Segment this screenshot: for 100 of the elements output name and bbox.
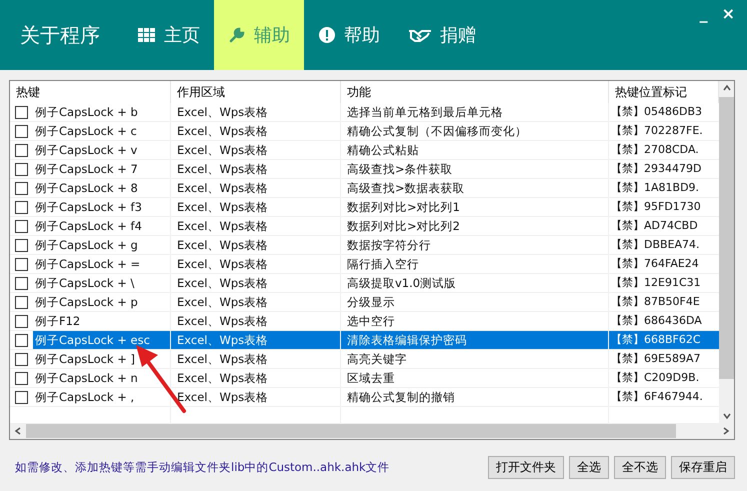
column-header[interactable]: 热键 bbox=[10, 81, 171, 103]
table-cell-text: 【禁】2934479D bbox=[610, 161, 702, 177]
scroll-down-icon[interactable] bbox=[722, 411, 732, 421]
action-button[interactable]: 保存重启 bbox=[671, 456, 735, 479]
table-row[interactable]: 例子CapsLock + \ Excel、Wps表格 高级提取v1.0测试版 【禁】12E91C31 bbox=[10, 274, 719, 293]
table-cell: 选中空行 bbox=[341, 312, 609, 330]
grid-icon bbox=[138, 27, 156, 43]
action-button[interactable]: 全不选 bbox=[614, 456, 666, 479]
table-row[interactable]: 例子CapsLock + b Excel、Wps表格 选择当前单元格到最后单元格 【禁】05486DB3 bbox=[10, 103, 719, 122]
table-cell: Excel、Wps表格 bbox=[171, 141, 341, 159]
checkbox[interactable] bbox=[15, 162, 28, 176]
checkbox[interactable] bbox=[15, 334, 28, 346]
table-cell: Excel、Wps表格 bbox=[171, 388, 341, 406]
table-cell-text: 【禁】AD74CBD bbox=[610, 218, 699, 234]
table-cell: 【禁】668BF62C bbox=[609, 331, 719, 349]
checkbox[interactable] bbox=[15, 296, 28, 308]
table-row[interactable]: 例子CapsLock + p Excel、Wps表格 分级显示 【禁】87B50F4E bbox=[10, 293, 719, 312]
table-cell-text: 例子CapsLock + 7 bbox=[34, 161, 139, 178]
table-cell: Excel、Wps表格 bbox=[171, 236, 341, 254]
wrench-icon bbox=[228, 27, 246, 43]
table-cell: 高级提取v1.0测试版 bbox=[341, 274, 609, 292]
nav-tab[interactable]: 主页 bbox=[124, 0, 214, 70]
checkbox[interactable] bbox=[15, 238, 28, 252]
table-cell: Excel、Wps表格 bbox=[171, 274, 341, 292]
close-button[interactable]: × bbox=[722, 6, 735, 22]
table-cell: 精确公式粘贴 bbox=[341, 141, 609, 159]
checkbox[interactable] bbox=[15, 352, 28, 366]
action-button[interactable]: 全选 bbox=[569, 456, 609, 479]
table-cell-text: 例子CapsLock + ] bbox=[34, 351, 136, 368]
handshake-icon bbox=[408, 27, 432, 43]
table-cell: 数据按字符分行 bbox=[341, 236, 609, 254]
table-cell-text: 【禁】87B50F4E bbox=[610, 294, 701, 310]
checkbox[interactable] bbox=[15, 390, 28, 404]
scroll-up-icon[interactable] bbox=[722, 83, 732, 93]
table-cell: 数据列对比>对比列1 bbox=[341, 198, 609, 216]
table-row[interactable]: 例子CapsLock + v Excel、Wps表格 精确公式粘贴 【禁】2708CDA. bbox=[10, 141, 719, 160]
table-row[interactable]: 例子CapsLock + = Excel、Wps表格 隔行插入空行 【禁】764FAE24 bbox=[10, 255, 719, 274]
table-cell-text: 例子CapsLock + c bbox=[34, 123, 138, 140]
table-row[interactable]: 例子CapsLock + 7 Excel、Wps表格 高级查找>条件获取 【禁】2934479D bbox=[10, 160, 719, 179]
table-cell: Excel、Wps表格 bbox=[171, 331, 341, 349]
table-row[interactable]: 例子CapsLock + c Excel、Wps表格 精确公式复制（不因偏移而变化） 【禁】702287FE. bbox=[10, 122, 719, 141]
scroll-right-icon[interactable] bbox=[721, 426, 731, 436]
nav-tab[interactable]: 捐赠 bbox=[394, 0, 490, 70]
table-cell-text: 【禁】702287FE. bbox=[610, 123, 704, 139]
table-cell-text: 【禁】764FAE24 bbox=[610, 256, 700, 272]
table-cell: Excel、Wps表格 bbox=[171, 160, 341, 178]
checkbox[interactable] bbox=[15, 200, 28, 214]
nav-tab[interactable]: 帮助 bbox=[304, 0, 394, 70]
table-cell-text: 【禁】C209D9B. bbox=[610, 370, 700, 386]
table-cell: 高亮关键字 bbox=[341, 350, 609, 368]
checkbox[interactable] bbox=[15, 144, 28, 156]
table-cell: 例子CapsLock + esc bbox=[33, 331, 170, 349]
checkbox[interactable] bbox=[15, 314, 28, 328]
checkbox[interactable] bbox=[15, 124, 28, 138]
table-cell: Excel、Wps表格 bbox=[171, 369, 341, 387]
column-header[interactable]: 功能 bbox=[341, 81, 609, 103]
table-row[interactable]: 例子CapsLock + g Excel、Wps表格 数据按字符分行 【禁】DBBEA74. bbox=[10, 236, 719, 255]
table-cell-text: 例子CapsLock + f4 bbox=[34, 218, 143, 235]
table-row[interactable]: 例子CapsLock + , Excel、Wps表格 精确公式复制的撤销 【禁】6F467944. bbox=[10, 388, 719, 407]
table-cell: 精确公式复制的撤销 bbox=[341, 388, 609, 406]
table-cell: 隔行插入空行 bbox=[341, 255, 609, 273]
table-cell-text: 【禁】6F467944. bbox=[610, 389, 704, 405]
table-cell: 高级查找>数据表获取 bbox=[341, 179, 609, 197]
table-cell-text: 【禁】DBBEA74. bbox=[610, 237, 701, 253]
table-cell: 精确公式复制（不因偏移而变化） bbox=[341, 122, 609, 140]
action-button[interactable]: 打开文件夹 bbox=[488, 456, 564, 479]
minimize-button[interactable]: _ bbox=[700, 6, 708, 22]
table-cell-text: 【禁】2708CDA. bbox=[610, 142, 700, 158]
column-header[interactable]: 作用区域 bbox=[171, 81, 341, 103]
table-cell: 高级查找>条件获取 bbox=[341, 160, 609, 178]
checkbox[interactable] bbox=[15, 258, 28, 270]
table-cell: 清除表格编辑保护密码 bbox=[341, 331, 609, 349]
checkbox[interactable] bbox=[15, 220, 28, 232]
table-row[interactable]: 例子CapsLock + f4 Excel、Wps表格 数据列对比>对比列2 【禁】AD74CBD bbox=[10, 217, 719, 236]
table-cell-text: 【禁】95FD1730 bbox=[610, 199, 702, 215]
checkbox[interactable] bbox=[15, 182, 28, 194]
alert-icon bbox=[318, 27, 336, 43]
table-cell: 区域去重 bbox=[341, 369, 609, 387]
table-cell-text: 【禁】686436DA bbox=[610, 313, 703, 329]
table-row[interactable]: 例子CapsLock + n Excel、Wps表格 区域去重 【禁】C209D9B. bbox=[10, 369, 719, 388]
table-cell-text: 例子CapsLock + g bbox=[34, 237, 139, 254]
table-cell: 分级显示 bbox=[341, 293, 609, 311]
table-cell-text: 例子CapsLock + p bbox=[34, 294, 139, 311]
table-row[interactable]: 例子CapsLock + f3 Excel、Wps表格 数据列对比>对比列1 【禁】95FD1730 bbox=[10, 198, 719, 217]
checkbox[interactable] bbox=[15, 106, 28, 118]
table-cell-text: 例子CapsLock + \ bbox=[34, 275, 136, 292]
table-cell-text: 例子CapsLock + = bbox=[34, 256, 142, 273]
table-cell: 数据列对比>对比列2 bbox=[341, 217, 609, 235]
table-cell-text: 例子F12 bbox=[34, 313, 82, 330]
table-row[interactable]: 例子CapsLock + esc Excel、Wps表格 清除表格编辑保护密码 【禁】668BF62C bbox=[10, 331, 719, 350]
table-cell: Excel、Wps表格 bbox=[171, 293, 341, 311]
table-cell: Excel、Wps表格 bbox=[171, 198, 341, 216]
table-cell-text: 例子CapsLock + v bbox=[34, 142, 138, 159]
scroll-left-icon[interactable] bbox=[13, 426, 23, 436]
table-cell: Excel、Wps表格 bbox=[171, 122, 341, 140]
checkbox[interactable] bbox=[15, 276, 28, 290]
checkbox[interactable] bbox=[15, 372, 28, 384]
table-cell: Excel、Wps表格 bbox=[171, 312, 341, 330]
table-row[interactable]: 例子CapsLock + 8 Excel、Wps表格 高级查找>数据表获取 【禁】1A81BD9. bbox=[10, 179, 719, 198]
table-cell-text: 【禁】12E91C31 bbox=[610, 275, 702, 291]
